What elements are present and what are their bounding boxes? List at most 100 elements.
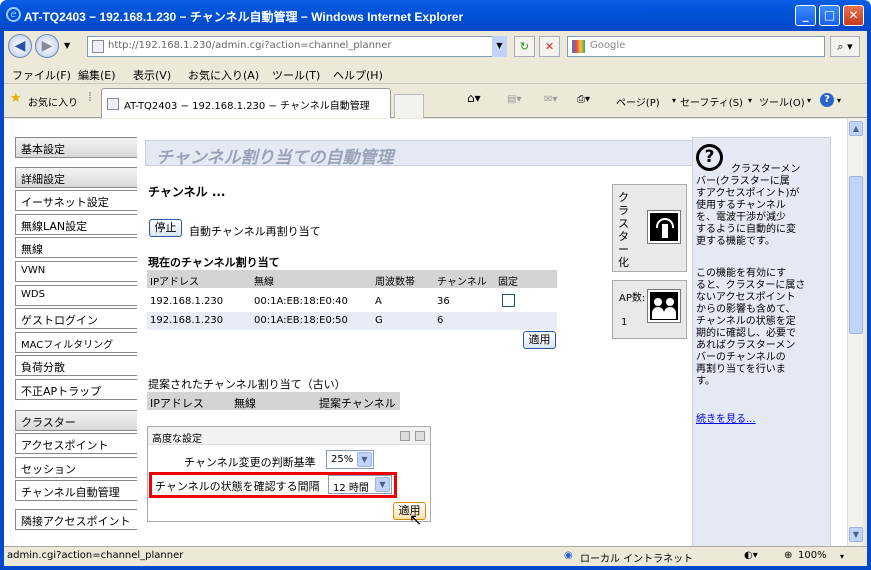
nav-mac-filter[interactable]: MACフィルタリング [15,332,137,353]
nav-rogue-ap[interactable]: 不正APトラップ [15,379,137,400]
nav-wds[interactable]: WDS [15,285,137,306]
row-channel: 6 [437,315,444,326]
protected-mode-icon[interactable]: ◐▾ [744,550,758,561]
criterion-label: チャンネル変更の判断基準 [184,456,316,469]
star-icon: ★ [10,91,22,106]
help-line: あればクラスターメン [696,340,796,351]
tab-active[interactable]: AT-TQ2403 − 192.168.1.230 − チャンネル自動管理 [101,88,391,118]
page-menu[interactable]: ページ(P) [616,94,660,109]
favorites-button[interactable]: お気に入り [28,94,78,109]
nav-advanced-settings[interactable]: 詳細設定 [15,167,137,188]
google-icon [572,40,585,53]
nav-access-points[interactable]: アクセスポイント [15,433,137,454]
menu-help[interactable]: ヘルプ(H) [333,67,383,83]
interval-select[interactable]: 12 時間 ▼ [328,475,392,494]
menu-view[interactable]: 表示(V) [133,67,171,83]
row-radio: 00:1A:EB:18:E0:40 [254,296,348,307]
row-band: A [375,296,382,307]
nav-load-balancing[interactable]: 負荷分散 [15,355,137,376]
col-radio: 無線 [234,397,256,410]
page-menu-arrow-icon: ▾ [672,96,677,105]
section-title: チャンネル ... [148,185,226,199]
forward-button[interactable]: ▶ [35,34,59,58]
help-line: バー(クラスターに属 [696,176,790,187]
help-line: 使用するチャンネル [696,200,786,211]
print-icon[interactable]: ⎙▾ [577,94,590,105]
scroll-up-icon[interactable]: ▲ [849,121,863,136]
cluster-box: クラスター化 [612,184,687,272]
address-dropdown-icon[interactable]: ▼ [492,36,507,57]
apply-button[interactable]: 適用 [523,331,556,349]
minimize-button[interactable]: _ [795,5,816,26]
help-icon[interactable]: ? [820,93,834,107]
nav-basic-settings[interactable]: 基本設定 [15,137,137,158]
menu-favorites[interactable]: お気に入り(A) [188,67,259,83]
interval-value: 12 時間 [333,483,369,494]
scroll-thumb[interactable] [849,176,863,334]
menu-edit[interactable]: 編集(E) [78,67,116,83]
page-icon [92,40,104,53]
new-tab-button[interactable] [394,94,424,118]
col-ip: IPアドレス [150,397,204,410]
address-input[interactable]: http://192.168.1.230/admin.cgi?action=ch… [87,36,507,57]
table-row: 192.168.1.230 00:1A:EB:18:E0:40 A 36 [147,290,557,312]
safety-menu[interactable]: セーフティ(S) [680,94,743,109]
question-icon: ? [696,144,723,171]
read-more-link[interactable]: 続きを見る... [696,414,756,426]
row-channel: 36 [437,296,450,307]
scroll-down-icon[interactable]: ▼ [849,527,863,542]
col-radio: 無線 [254,277,274,288]
help-line: この機能を有効にす [696,268,787,279]
advanced-settings-panel: 高度な設定 チャンネル変更の判断基準 25% ▼ チャンネルの状態を確認する間隔… [147,426,431,522]
nav-channel-management[interactable]: チャンネル自動管理 [15,480,137,501]
help-line: からの影響も含めて、 [696,304,796,315]
criterion-select[interactable]: 25% ▼ [326,450,374,469]
menu-bar: ファイル(F) 編集(E) 表示(V) お気に入り(A) ツール(T) ヘルプ(… [4,62,867,84]
tab-title: AT-TQ2403 − 192.168.1.230 − チャンネル自動管理 [124,101,370,112]
help-arrow-icon[interactable]: ▾ [837,96,841,105]
close-panel-icon[interactable] [415,431,425,441]
mail-icon[interactable]: ✉▾ [544,94,557,105]
zoom-dropdown-icon[interactable]: ▾ [840,552,844,561]
nav-ethernet[interactable]: イーサネット設定 [15,190,137,211]
row-ip: 192.168.1.230 [150,296,224,307]
feeds-icon[interactable]: ▤▾ [507,94,521,105]
tools-menu[interactable]: ツール(O) [759,94,805,109]
col-channel: チャンネル [437,277,487,288]
help-line: 期的に確認し、必要で [696,328,796,339]
address-url: http://192.168.1.230/admin.cgi?action=ch… [108,40,392,51]
interval-label: チャンネルの状態を確認する間隔 [155,480,320,493]
tab-row: ★ お気に入り ⁞ AT-TQ2403 − 192.168.1.230 − チャ… [4,84,867,118]
status-zoom[interactable]: 100% [798,550,827,561]
search-button[interactable]: ⌕ ▾ [830,36,860,57]
cluster-icon [647,210,681,244]
search-input[interactable]: Google [567,36,825,57]
refresh-button[interactable]: ↻ [514,36,535,57]
col-ip: IPアドレス [150,277,199,288]
vertical-scrollbar[interactable]: ▲ ▼ [847,119,863,546]
fixed-checkbox[interactable] [502,294,515,307]
tab-list-icon[interactable]: ⁞ [88,90,92,105]
nav-guest-login[interactable]: ゲストログイン [15,308,137,329]
close-button[interactable]: ✕ [843,5,864,26]
tab-favicon [107,98,119,110]
stop-load-button[interactable]: ✕ [539,36,560,57]
nav-cluster[interactable]: クラスター [15,410,137,431]
minimize-panel-icon[interactable] [400,431,410,441]
page-title: チャンネル割り当ての自動管理 [145,140,693,168]
home-icon[interactable]: ⌂▾ [467,91,481,105]
menu-file[interactable]: ファイル(F) [12,67,71,83]
history-dropdown-icon[interactable]: ▼ [64,41,70,50]
nav-vwn[interactable]: VWN [15,261,137,282]
maximize-button[interactable]: □ [819,5,840,26]
stop-button[interactable]: 停止 [149,219,182,237]
back-button[interactable]: ◀ [8,34,32,58]
menu-tools[interactable]: ツール(T) [272,67,320,83]
help-line: するように自動的に変 [696,224,796,235]
nav-wireless-lan[interactable]: 無線LAN設定 [15,214,137,235]
current-table-header [147,270,557,288]
nav-sessions[interactable]: セッション [15,457,137,478]
nav-wireless[interactable]: 無線 [15,237,137,258]
nav-neighbor-ap[interactable]: 隣接アクセスポイント [15,509,137,530]
address-row: ◀ ▶ ▼ http://192.168.1.230/admin.cgi?act… [4,31,867,61]
